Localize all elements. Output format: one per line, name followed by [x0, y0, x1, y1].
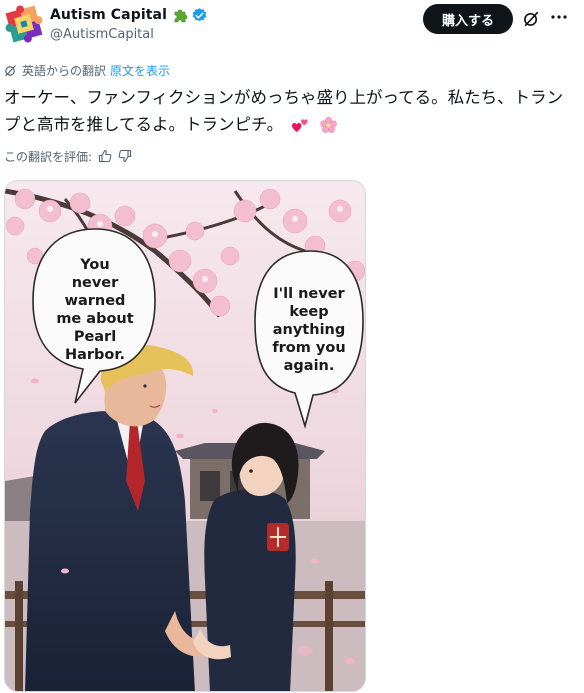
- manga-illustration: You never warned me about Pearl Harbor. …: [5, 181, 365, 691]
- account-name-block[interactable]: Autism Capital @AutismCapital: [50, 6, 208, 42]
- translate-icon: [5, 64, 16, 76]
- translation-notice: 英語からの翻訳 原文を表示: [4, 62, 170, 78]
- bubble-right-line-1: I'll never: [273, 286, 345, 302]
- post-image[interactable]: You never warned me about Pearl Harbor. …: [4, 180, 366, 692]
- rate-translation: この翻訳を評価:: [4, 147, 132, 165]
- bubble-right-line-4: from you: [272, 340, 345, 356]
- two-hearts-emoji-icon: [292, 119, 309, 133]
- verified-badge-icon: [192, 7, 207, 21]
- bubble-right-line-2: keep: [289, 304, 328, 320]
- bubble-left-line-4: me about: [56, 311, 133, 327]
- bubble-right-line-3: anything: [273, 322, 346, 338]
- show-original-link[interactable]: 原文を表示: [110, 62, 170, 79]
- bubble-left-line-2: never: [72, 275, 119, 291]
- grok-icon[interactable]: [522, 10, 540, 28]
- more-options-icon[interactable]: [550, 8, 568, 26]
- cherry-blossom-emoji-icon: [319, 116, 337, 133]
- thumbs-down-icon[interactable]: [118, 149, 132, 163]
- buy-button[interactable]: 購入する: [423, 4, 513, 34]
- bubble-right-line-5: again.: [284, 358, 335, 374]
- puzzle-piece-icon: [174, 9, 188, 23]
- avatar[interactable]: [4, 4, 44, 44]
- bubble-left-line-1: You: [79, 257, 109, 273]
- thumbs-up-icon[interactable]: [98, 149, 112, 163]
- bubble-left-line-3: warned: [65, 293, 126, 309]
- translation-note: 英語からの翻訳: [22, 63, 107, 78]
- rate-label: この翻訳を評価:: [4, 149, 93, 164]
- bubble-left-line-5: Pearl: [74, 329, 116, 345]
- post-body: オーケー、ファンフィクションがめっちゃ盛り上がってる。私たち、トランプと高市を推…: [4, 88, 564, 134]
- post-text: オーケー、ファンフィクションがめっちゃ盛り上がってる。私たち、トランプと高市を推…: [4, 84, 564, 138]
- display-name[interactable]: Autism Capital: [50, 7, 167, 23]
- account-handle[interactable]: @AutismCapital: [50, 27, 208, 42]
- bubble-left-line-6: Harbor.: [65, 347, 125, 363]
- post-header: Autism Capital @AutismCapital 購入する: [0, 0, 584, 52]
